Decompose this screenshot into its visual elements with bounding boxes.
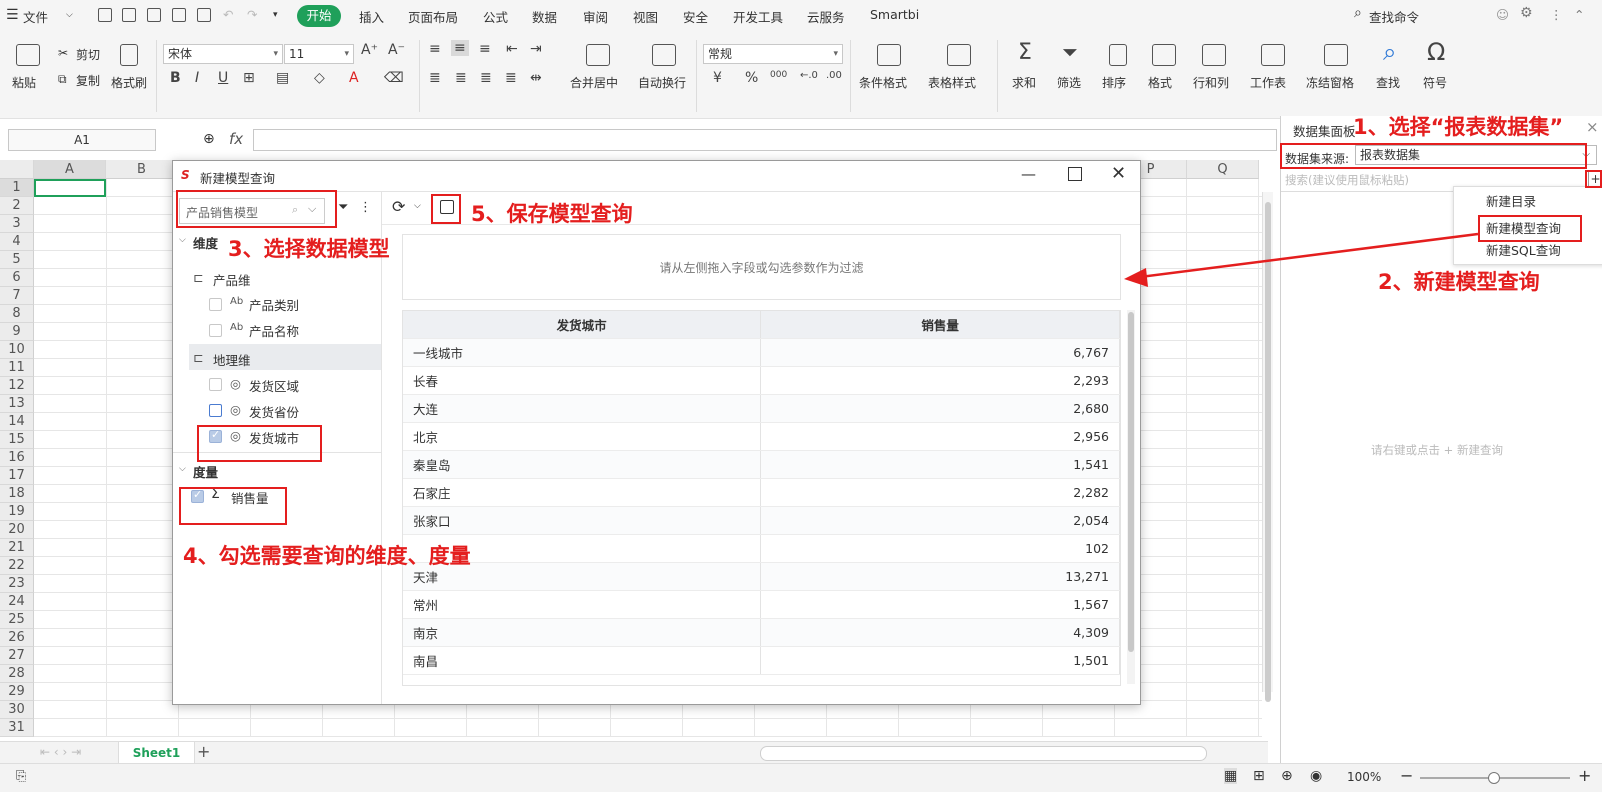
- annotation-step-2: 2、新建模型查询: [1378, 270, 1540, 294]
- arrowhead-icon: [1124, 268, 1148, 287]
- annotation-step-4: 4、勾选需要查询的维度、度量: [183, 544, 471, 568]
- annotation-step-1: 1、选择“报表数据集”: [1353, 115, 1564, 139]
- annotation-step-3: 3、选择数据模型: [228, 237, 390, 261]
- annotation-step-5: 5、保存模型查询: [471, 202, 633, 226]
